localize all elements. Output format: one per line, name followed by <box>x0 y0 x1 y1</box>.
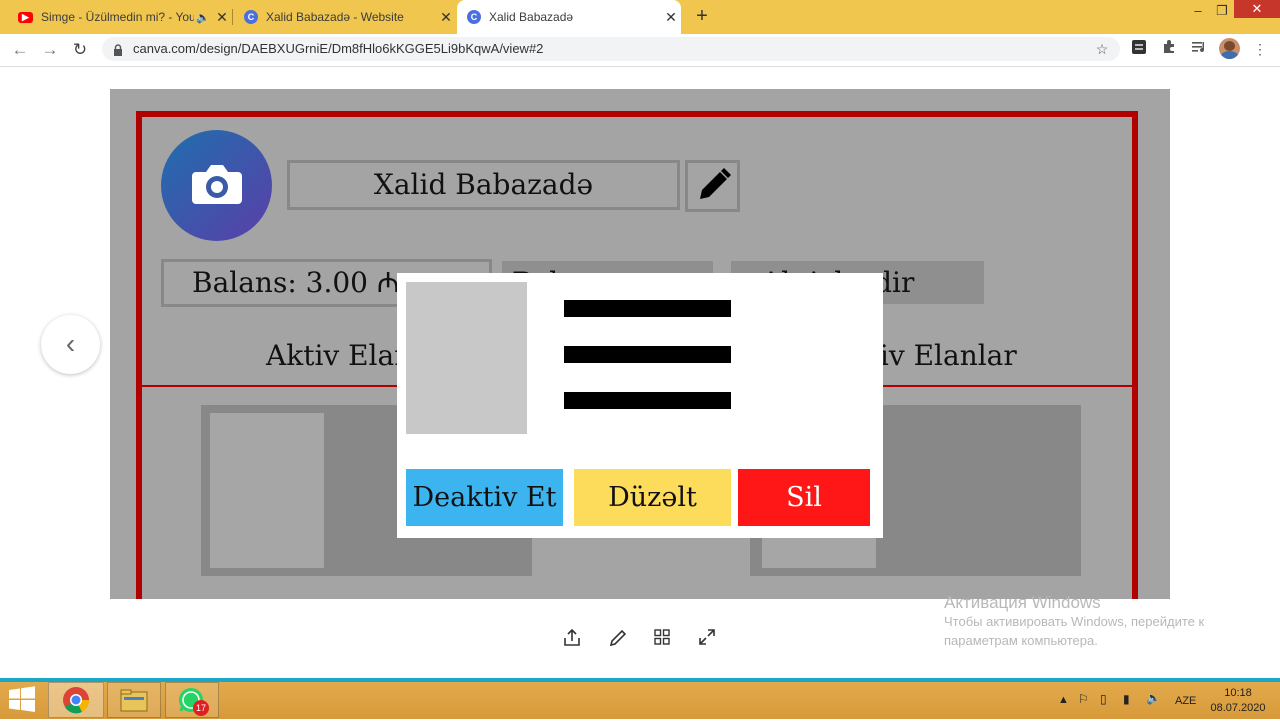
puzzle-icon[interactable] <box>1159 39 1179 59</box>
watermark-line: Чтобы активировать Windows, перейдите к <box>944 614 1205 629</box>
tab-separator <box>232 9 233 25</box>
taskbar-chrome[interactable] <box>48 682 104 718</box>
share-icon[interactable] <box>560 628 584 652</box>
delete-button[interactable]: Sil <box>738 469 870 526</box>
deactivate-button[interactable]: Deaktiv Et <box>406 469 563 526</box>
windows-start-icon[interactable] <box>8 686 38 714</box>
listing-image-placeholder <box>406 282 527 434</box>
edit-name-button[interactable] <box>685 160 740 212</box>
tab-design[interactable]: C Xalid Babazadə ✕ <box>457 0 681 34</box>
whatsapp-icon <box>179 688 203 712</box>
action-center-flag-icon[interactable]: ⚐ <box>1078 692 1089 706</box>
text-line-placeholder <box>564 346 731 363</box>
media-control-icon[interactable] <box>1189 39 1209 59</box>
language-indicator[interactable]: AZE <box>1175 695 1196 707</box>
volume-icon[interactable]: 🔈 <box>1146 691 1161 705</box>
watermark-title: Активация Windows <box>944 593 1101 612</box>
pencil-icon <box>700 168 731 199</box>
close-tab-icon[interactable]: ✕ <box>212 9 232 26</box>
new-tab-button[interactable]: + <box>690 4 714 28</box>
close-tab-icon[interactable]: ✕ <box>436 9 456 26</box>
speaker-icon[interactable]: 🔈 <box>196 11 210 24</box>
network-icon[interactable]: ▯ <box>1100 692 1107 706</box>
tab-youtube[interactable]: ▶ Simge - Üzülmedin mi? - You 🔈 ✕ <box>8 0 232 34</box>
signal-icon[interactable]: ▮ <box>1123 692 1130 706</box>
back-icon[interactable]: ← <box>9 39 31 61</box>
previous-page-button[interactable]: ‹ <box>41 315 100 374</box>
close-tab-icon[interactable]: ✕ <box>661 9 681 26</box>
more-menu-icon[interactable]: ⋮ <box>1250 39 1270 59</box>
bookmark-star-icon[interactable]: ☆ <box>1092 39 1112 59</box>
canva-icon: C <box>467 10 481 24</box>
extension-icon[interactable] <box>1129 39 1149 59</box>
lock-icon <box>113 43 122 56</box>
text-line-placeholder <box>564 392 731 409</box>
edit-button[interactable]: Düzəlt <box>574 469 731 526</box>
notification-badge: 17 <box>193 700 209 716</box>
text-line-placeholder <box>564 300 731 317</box>
listing-modal: Deaktiv Et Düzəlt Sil <box>397 273 883 538</box>
clock[interactable]: 10:18 08.07.2020 <box>1210 686 1266 716</box>
tab-title: Xalid Babazadə - Website <box>266 10 404 24</box>
windows-activation-watermark: Активация Windows Чтобы активировать Win… <box>944 594 1204 650</box>
youtube-icon: ▶ <box>18 11 33 23</box>
tab-title: Simge - Üzülmedin mi? - You <box>41 10 195 24</box>
clock-time: 10:18 <box>1224 687 1252 699</box>
restore-button[interactable]: ❐ <box>1208 0 1236 30</box>
watermark-line: параметрам компьютера. <box>944 633 1098 648</box>
close-window-button[interactable]: ✕ <box>1234 0 1280 18</box>
chevron-left-icon: ‹ <box>65 328 76 359</box>
profile-avatar[interactable] <box>1219 38 1240 59</box>
taskbar-file-explorer[interactable] <box>107 682 161 718</box>
reload-icon[interactable]: ↻ <box>69 39 91 61</box>
tab-title: Xalid Babazadə <box>489 10 574 24</box>
edit-pencil-icon[interactable] <box>606 628 630 652</box>
clock-date: 08.07.2020 <box>1210 702 1266 714</box>
canva-icon: C <box>244 10 258 24</box>
chrome-icon <box>63 687 90 714</box>
listing-image <box>210 413 324 568</box>
fullscreen-icon[interactable] <box>695 628 719 652</box>
taskbar-whatsapp[interactable]: 17 <box>165 682 219 718</box>
profile-photo-placeholder[interactable] <box>161 130 272 241</box>
camera-icon <box>192 165 242 204</box>
folder-icon <box>120 689 148 712</box>
show-hidden-icons[interactable]: ▲ <box>1058 694 1069 706</box>
url-text: canva.com/design/DAEBXUGrniE/Dm8fHlo6kKG… <box>133 41 544 56</box>
profile-name-field: Xalid Babazadə <box>287 160 680 210</box>
tab-website[interactable]: C Xalid Babazadə - Website ✕ <box>234 0 456 34</box>
grid-view-icon[interactable] <box>650 628 674 652</box>
forward-icon[interactable]: → <box>39 39 61 61</box>
